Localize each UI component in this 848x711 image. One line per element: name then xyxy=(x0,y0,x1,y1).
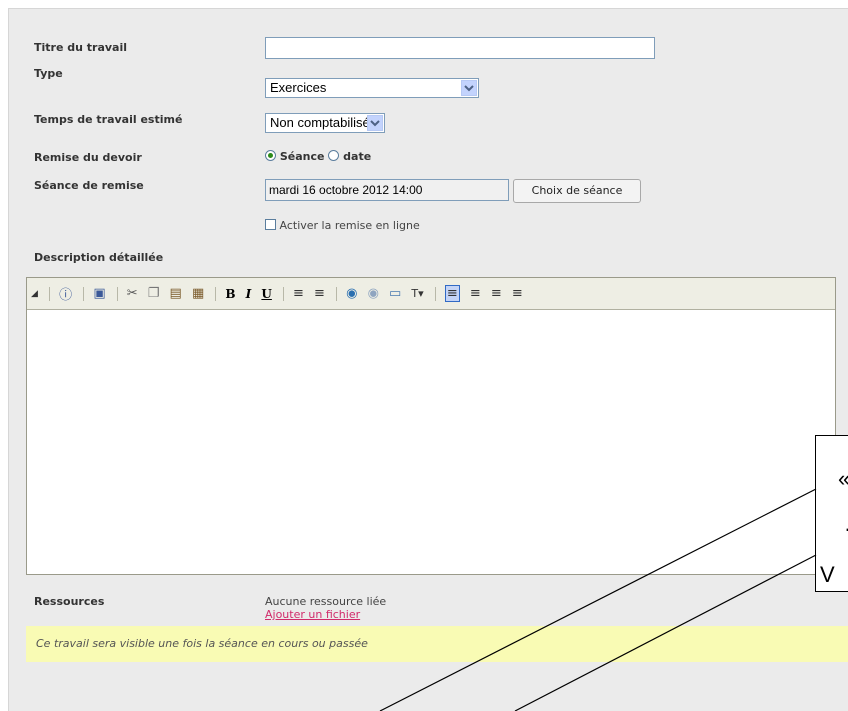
pointer-line xyxy=(514,554,817,711)
pointer-line xyxy=(379,488,817,711)
callout-pointer-lines xyxy=(379,488,817,711)
